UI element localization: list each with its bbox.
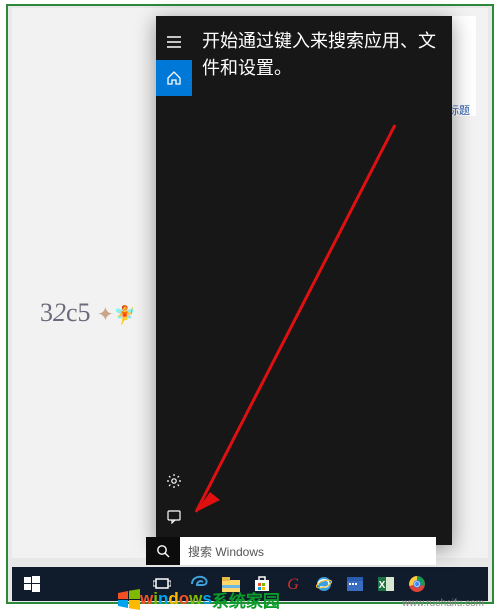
search-placeholder: 搜索 Windows bbox=[188, 543, 264, 560]
app-g-icon[interactable]: G bbox=[278, 567, 308, 601]
search-input[interactable]: 搜索 Windows bbox=[180, 537, 436, 565]
excel-icon[interactable]: X bbox=[371, 567, 401, 601]
menu-icon[interactable] bbox=[156, 24, 192, 60]
ie-icon[interactable] bbox=[309, 567, 339, 601]
chrome-icon[interactable] bbox=[402, 567, 432, 601]
svg-text:X: X bbox=[379, 580, 386, 591]
watermark-logo: 32c5 ✦🧚 bbox=[40, 298, 136, 328]
svg-text:G: G bbox=[287, 576, 299, 593]
windows-logo-icon bbox=[118, 589, 138, 609]
settings-icon[interactable] bbox=[156, 463, 192, 499]
desktop-area: 标题 32c5 ✦🧚 开始通过键入来搜索应用、文件和设置。 bbox=[12, 8, 488, 558]
calendar-icon[interactable] bbox=[340, 567, 370, 601]
brand-text-cn: 系统家园 bbox=[212, 587, 280, 612]
home-icon[interactable] bbox=[156, 60, 192, 96]
brand-text-en: windows bbox=[140, 589, 212, 609]
search-icon-button[interactable] bbox=[146, 537, 180, 565]
brand-url: www.ruehaifu.com bbox=[402, 598, 484, 609]
cortana-prompt: 开始通过键入来搜索应用、文件和设置。 bbox=[192, 16, 452, 82]
brand-watermark: windows 系统家园 bbox=[118, 585, 280, 613]
start-button[interactable] bbox=[14, 567, 50, 601]
feedback-icon[interactable] bbox=[156, 499, 192, 535]
cortana-sidebar bbox=[156, 16, 192, 545]
cortana-panel: 开始通过键入来搜索应用、文件和设置。 bbox=[156, 16, 452, 545]
